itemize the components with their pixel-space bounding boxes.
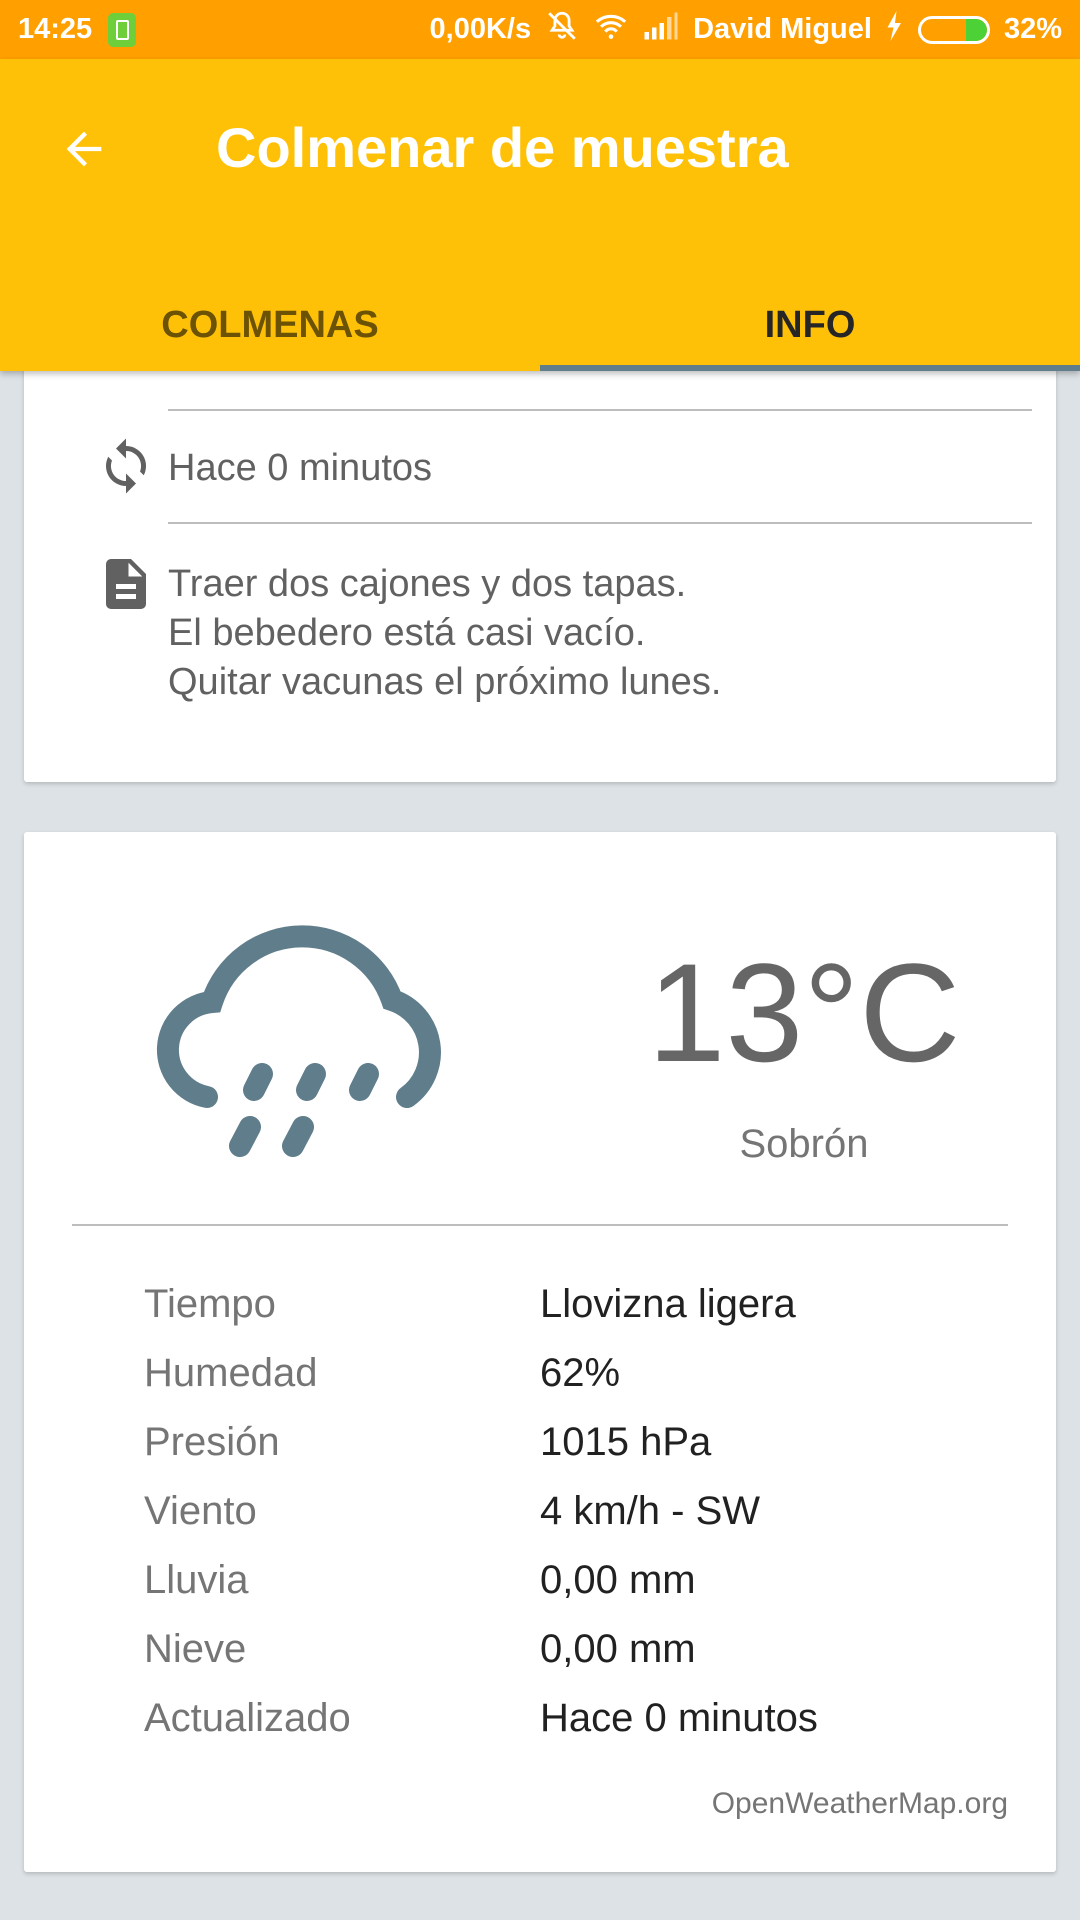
detail-label: Humedad <box>144 1351 318 1395</box>
battery-fill <box>965 18 987 41</box>
location-name: Sobrón <box>739 1122 869 1166</box>
detail-value: 1015 hPa <box>540 1420 712 1464</box>
tab-indicator <box>540 365 1080 371</box>
detail-label: Viento <box>144 1489 257 1533</box>
divider <box>72 1224 1008 1226</box>
battery-saver-icon <box>108 12 137 47</box>
divider <box>168 409 1032 411</box>
battery-icon <box>917 15 990 44</box>
detail-value: Hace 0 minutos <box>540 1696 818 1740</box>
carrier-name: David Miguel <box>693 13 872 45</box>
back-button[interactable] <box>44 109 124 189</box>
charging-icon <box>886 10 904 49</box>
detail-label: Tiempo <box>144 1282 276 1326</box>
status-bar: 14:25 0,00K/s David Miguel 32% <box>0 0 1080 59</box>
detail-value: Llovizna ligera <box>540 1282 796 1326</box>
status-time: 14:25 <box>18 13 93 45</box>
mute-icon <box>545 9 579 51</box>
divider <box>168 522 1032 524</box>
sync-icon <box>96 436 156 496</box>
last-update-text: Hace 0 minutos <box>168 447 433 489</box>
detail-label: Presión <box>144 1420 280 1464</box>
attribution-link[interactable]: OpenWeatherMap.org <box>712 1787 1008 1821</box>
signal-icon <box>643 11 679 49</box>
detail-label: Nieve <box>144 1627 247 1671</box>
notes-text: Traer dos cajones y dos tapas. El bebede… <box>168 560 721 707</box>
note-line: El bebedero está casi vacío. <box>168 612 646 654</box>
page-title: Colmenar de muestra <box>216 116 789 179</box>
detail-value: 62% <box>540 1351 621 1395</box>
temperature: 13°C <box>647 934 961 1091</box>
detail-row-weather: Tiempo Llovizna ligera <box>24 1282 1056 1342</box>
detail-row-wind: Viento 4 km/h - SW <box>24 1489 1056 1549</box>
document-icon <box>96 554 156 614</box>
arrow-left-icon <box>66 131 102 167</box>
network-speed: 0,00K/s <box>429 13 532 45</box>
detail-row-rain: Lluvia 0,00 mm <box>24 1558 1056 1618</box>
detail-label: Actualizado <box>144 1696 351 1740</box>
tab-colmenas[interactable]: COLMENAS <box>0 279 540 371</box>
wifi-icon <box>593 9 629 51</box>
detail-row-humidity: Humedad 62% <box>24 1351 1056 1411</box>
detail-value: 0,00 mm <box>540 1627 696 1671</box>
rain-cloud-icon <box>152 922 492 1192</box>
app-bar: Colmenar de muestra COLMENAS INFO <box>0 59 1080 371</box>
detail-value: 4 km/h - SW <box>540 1489 761 1533</box>
weather-card: 13°C Sobrón Tiempo Llovizna ligera Humed… <box>24 832 1056 1872</box>
detail-row-pressure: Presión 1015 hPa <box>24 1420 1056 1480</box>
detail-value: 0,00 mm <box>540 1558 696 1602</box>
battery-percent: 32% <box>1003 13 1062 45</box>
detail-row-snow: Nieve 0,00 mm <box>24 1627 1056 1687</box>
detail-label: Lluvia <box>144 1558 249 1602</box>
detail-row-updated: Actualizado Hace 0 minutos <box>24 1696 1056 1756</box>
info-card: 6 colmenas Hace 0 minutos Traer dos cajo… <box>24 330 1056 782</box>
note-line: Traer dos cajones y dos tapas. <box>168 563 687 605</box>
tab-info[interactable]: INFO <box>540 279 1080 371</box>
note-line: Quitar vacunas el próximo lunes. <box>168 661 722 703</box>
